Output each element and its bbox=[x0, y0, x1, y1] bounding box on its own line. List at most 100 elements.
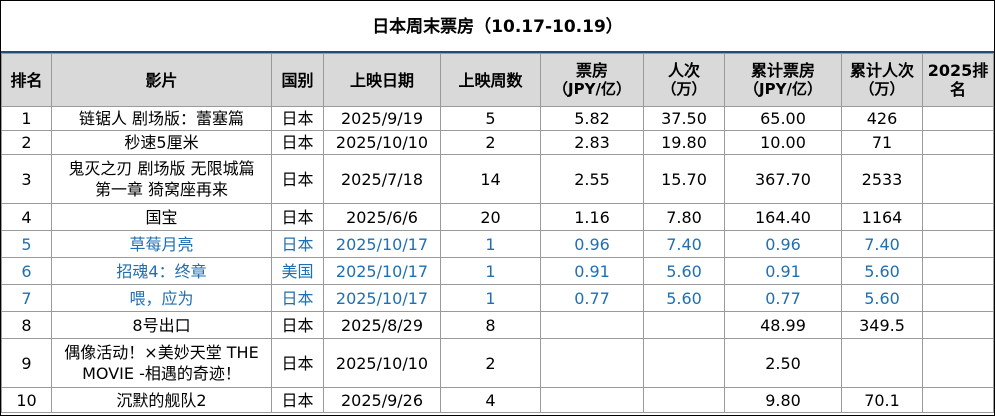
admissions-cell bbox=[643, 338, 725, 388]
table-row[interactable]: 9 偶像活动！×美妙天堂 THE MOVIE -相遇的奇迹！ 日本 2025/10/10… bbox=[1, 338, 994, 388]
film-cell: 沉默的舰队2 bbox=[51, 387, 272, 413]
rank-2025-cell bbox=[922, 338, 994, 388]
film-cell: 秒速5厘米 bbox=[51, 130, 272, 155]
column-header[interactable]: 上映周数 bbox=[440, 53, 541, 107]
column-header-label: 排名 bbox=[10, 70, 43, 90]
cumulative-admissions-cell: 5.60 bbox=[841, 257, 923, 285]
film-cell: 链锯人 剧场版：蕾塞篇 bbox=[51, 106, 272, 131]
weeks-cell: 20 bbox=[440, 203, 541, 231]
release-date-cell: 2025/10/17 bbox=[323, 284, 441, 312]
film-cell: 8号出口 bbox=[51, 311, 272, 339]
column-header-label: 上映日期 bbox=[349, 70, 414, 90]
film-title-line: 鬼灭之刃 剧场版 无限城篇 bbox=[68, 159, 255, 178]
table-title: 日本周末票房（10.17-10.19） bbox=[1, 1, 994, 53]
release-date-cell: 2025/10/17 bbox=[323, 230, 441, 258]
box-office-sheet: 日本周末票房（10.17-10.19） 排名 影片 国别 上映日期 上映周数 票房 （JPY… bbox=[0, 0, 995, 416]
cumulative-gross-cell: 48.99 bbox=[724, 311, 842, 339]
column-header[interactable]: 上映日期 bbox=[323, 53, 441, 107]
admissions-cell: 7.40 bbox=[643, 230, 725, 258]
country-cell: 日本 bbox=[271, 154, 324, 204]
film-title-line: 国宝 bbox=[145, 207, 178, 227]
weeks-cell: 14 bbox=[440, 154, 541, 204]
column-header[interactable]: 排名 bbox=[1, 53, 52, 107]
film-title-line: 第一章 猗窝座再来 bbox=[94, 180, 229, 199]
cumulative-gross-cell: 0.77 bbox=[724, 284, 842, 312]
film-title-line: MOVIE -相遇的奇迹！ bbox=[82, 364, 241, 383]
column-header[interactable]: 累计人次 （万） bbox=[841, 53, 923, 107]
weeks-cell: 2 bbox=[440, 338, 541, 388]
film-cell: 国宝 bbox=[51, 203, 272, 231]
column-header[interactable]: 票房 （JPY/亿） bbox=[540, 53, 644, 107]
rank-2025-cell bbox=[922, 130, 994, 155]
column-header[interactable]: 2025排名 bbox=[922, 53, 994, 107]
film-title-line: 8号出口 bbox=[132, 315, 191, 335]
release-date-cell: 2025/8/29 bbox=[323, 311, 441, 339]
column-header-label: 国别 bbox=[281, 70, 314, 90]
admissions-cell: 5.60 bbox=[643, 284, 725, 312]
rank-cell: 2 bbox=[1, 130, 52, 155]
column-header-unit: （JPY/亿） bbox=[744, 80, 822, 98]
column-header[interactable]: 累计票房 （JPY/亿） bbox=[724, 53, 842, 107]
table-row[interactable]: 4 国宝 日本 2025/6/6 20 1.16 7.80 164.40 1164 bbox=[1, 203, 994, 231]
gross-cell bbox=[540, 387, 644, 413]
country-cell: 日本 bbox=[271, 106, 324, 131]
cumulative-gross-cell: 0.96 bbox=[724, 230, 842, 258]
table-row[interactable]: 6 招魂4：终章 美国 2025/10/17 1 0.91 5.60 0.91 5.60 bbox=[1, 257, 994, 285]
release-date-cell: 2025/9/26 bbox=[323, 387, 441, 413]
rank-cell: 10 bbox=[1, 387, 52, 413]
gross-cell bbox=[540, 311, 644, 339]
cumulative-gross-cell: 0.91 bbox=[724, 257, 842, 285]
column-header-label: 累计人次 bbox=[849, 61, 914, 80]
column-header[interactable]: 影片 bbox=[51, 53, 272, 107]
cumulative-gross-cell: 2.50 bbox=[724, 338, 842, 388]
table-body: 1 链锯人 剧场版：蕾塞篇 日本 2025/9/19 5 5.82 37.50 65.00 42… bbox=[1, 106, 994, 413]
rank-cell: 3 bbox=[1, 154, 52, 204]
gross-cell: 0.77 bbox=[540, 284, 644, 312]
table-row[interactable]: 1 链锯人 剧场版：蕾塞篇 日本 2025/9/19 5 5.82 37.50 65.00 42… bbox=[1, 106, 994, 131]
film-title-line: 沉默的舰队2 bbox=[116, 390, 207, 410]
weeks-cell: 4 bbox=[440, 387, 541, 413]
admissions-cell: 15.70 bbox=[643, 154, 725, 204]
rank-2025-cell bbox=[922, 284, 994, 312]
country-cell: 日本 bbox=[271, 203, 324, 231]
rank-cell: 5 bbox=[1, 230, 52, 258]
gross-cell bbox=[540, 338, 644, 388]
admissions-cell: 7.80 bbox=[643, 203, 725, 231]
table-row[interactable]: 10 沉默的舰队2 日本 2025/9/26 4 9.80 70.1 bbox=[1, 387, 994, 413]
table-row[interactable]: 8 8号出口 日本 2025/8/29 8 48.99 349.5 bbox=[1, 311, 994, 339]
release-date-cell: 2025/10/10 bbox=[323, 130, 441, 155]
country-cell: 日本 bbox=[271, 284, 324, 312]
column-header-label: 累计票房 bbox=[750, 61, 815, 80]
country-cell: 日本 bbox=[271, 230, 324, 258]
cumulative-admissions-cell: 5.60 bbox=[841, 284, 923, 312]
table-row[interactable]: 7 喂，应为 日本 2025/10/17 1 0.77 5.60 0.77 5.60 bbox=[1, 284, 994, 312]
rank-cell: 4 bbox=[1, 203, 52, 231]
release-date-cell: 2025/9/19 bbox=[323, 106, 441, 131]
admissions-cell: 5.60 bbox=[643, 257, 725, 285]
cumulative-admissions-cell: 349.5 bbox=[841, 311, 923, 339]
column-header-unit: （万） bbox=[661, 80, 707, 98]
admissions-cell bbox=[643, 387, 725, 413]
gross-cell: 2.55 bbox=[540, 154, 644, 204]
rank-2025-cell bbox=[922, 203, 994, 231]
table-row[interactable]: 2 秒速5厘米 日本 2025/10/10 2 2.83 19.80 10.00 71 bbox=[1, 130, 994, 155]
cumulative-admissions-cell: 2533 bbox=[841, 154, 923, 204]
release-date-cell: 2025/10/10 bbox=[323, 338, 441, 388]
film-cell: 喂，应为 bbox=[51, 284, 272, 312]
gross-cell: 0.96 bbox=[540, 230, 644, 258]
film-title-line: 偶像活动！×美妙天堂 THE bbox=[64, 343, 259, 362]
column-header-label: 人次 bbox=[667, 61, 700, 80]
release-date-cell: 2025/6/6 bbox=[323, 203, 441, 231]
column-header[interactable]: 人次 （万） bbox=[643, 53, 725, 107]
cumulative-admissions-cell bbox=[841, 338, 923, 388]
table-row[interactable]: 5 草莓月亮 日本 2025/10/17 1 0.96 7.40 0.96 7.40 bbox=[1, 230, 994, 258]
film-cell: 招魂4：终章 bbox=[51, 257, 272, 285]
film-title-line: 招魂4：终章 bbox=[116, 261, 207, 281]
column-header[interactable]: 国别 bbox=[271, 53, 324, 107]
country-cell: 日本 bbox=[271, 387, 324, 413]
country-cell: 日本 bbox=[271, 130, 324, 155]
gross-cell: 5.82 bbox=[540, 106, 644, 131]
table-row[interactable]: 3 鬼灭之刃 剧场版 无限城篇 第一章 猗窝座再来 日本 2025/7/18 14 2.55… bbox=[1, 154, 994, 204]
rank-2025-cell bbox=[922, 257, 994, 285]
rank-cell: 8 bbox=[1, 311, 52, 339]
